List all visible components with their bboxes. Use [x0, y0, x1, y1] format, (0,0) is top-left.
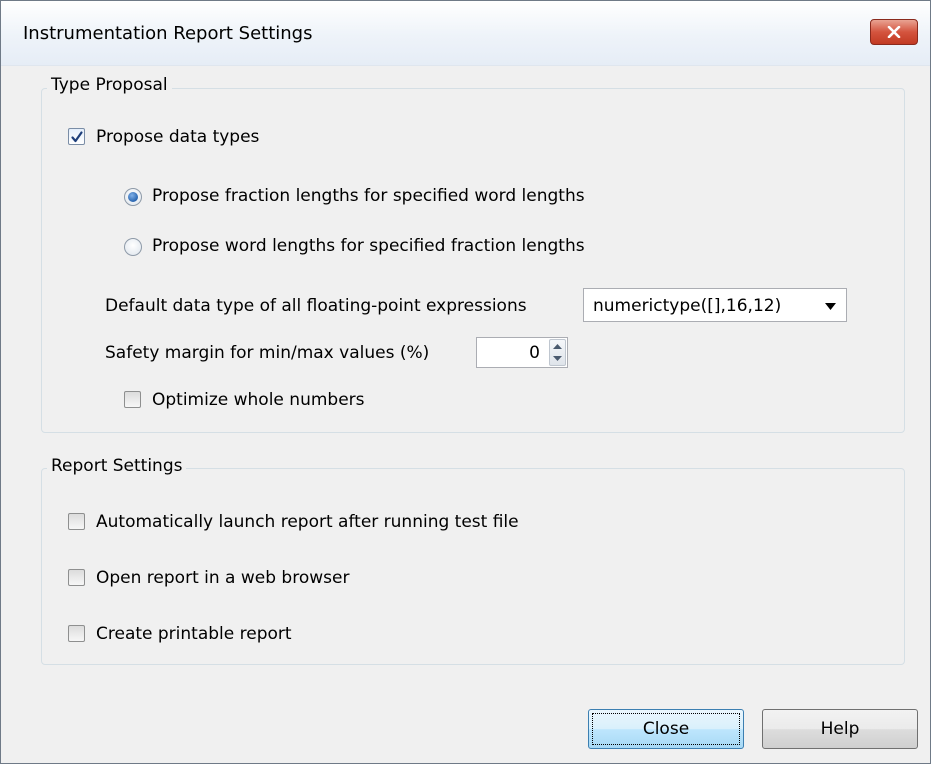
printable-report-label[interactable]: Create printable report: [96, 624, 292, 644]
type-proposal-group-label: Type Proposal: [47, 75, 172, 95]
radio-propose-word-lengths[interactable]: [124, 238, 142, 256]
printable-report-checkbox[interactable]: [68, 625, 85, 642]
safety-margin-value: 0: [529, 343, 540, 363]
checkmark-icon: [71, 131, 83, 143]
radio-propose-fraction-lengths[interactable]: [124, 188, 142, 206]
title-bar[interactable]: Instrumentation Report Settings: [1, 1, 930, 66]
optimize-whole-numbers-checkbox[interactable]: [124, 391, 141, 408]
help-button-label: Help: [820, 719, 860, 739]
close-window-button[interactable]: [870, 19, 918, 45]
chevron-down-icon: [825, 303, 836, 310]
close-x-icon: [887, 26, 901, 38]
default-data-type-dropdown[interactable]: numerictype([],16,12): [583, 288, 847, 322]
focus-rectangle: [592, 713, 740, 745]
report-settings-group-label: Report Settings: [47, 456, 187, 476]
help-button[interactable]: Help: [762, 709, 918, 749]
radio-propose-word-lengths-label[interactable]: Propose word lengths for specified fract…: [152, 236, 585, 256]
dialog-window: Instrumentation Report Settings Type Pro…: [0, 0, 931, 764]
default-data-type-value: numerictype([],16,12): [593, 296, 782, 316]
spinner-up-icon[interactable]: [553, 344, 562, 349]
open-in-browser-label[interactable]: Open report in a web browser: [96, 568, 349, 588]
close-button[interactable]: Close: [588, 709, 744, 749]
propose-data-types-label[interactable]: Propose data types: [96, 127, 259, 147]
default-data-type-label: Default data type of all floating-point …: [105, 296, 527, 316]
safety-margin-label: Safety margin for min/max values (%): [105, 343, 430, 363]
spinner-down-icon[interactable]: [553, 356, 562, 361]
open-in-browser-checkbox[interactable]: [68, 569, 85, 586]
radio-selected-dot: [128, 192, 138, 202]
dialog-title: Instrumentation Report Settings: [23, 23, 313, 44]
radio-propose-fraction-lengths-label[interactable]: Propose fraction lengths for specified w…: [152, 186, 585, 206]
safety-margin-spinner[interactable]: 0: [476, 337, 568, 368]
auto-launch-report-label[interactable]: Automatically launch report after runnin…: [96, 512, 519, 532]
optimize-whole-numbers-label[interactable]: Optimize whole numbers: [152, 390, 365, 410]
spinner-buttons[interactable]: [549, 339, 566, 366]
propose-data-types-checkbox[interactable]: [68, 128, 85, 145]
auto-launch-report-checkbox[interactable]: [68, 513, 85, 530]
